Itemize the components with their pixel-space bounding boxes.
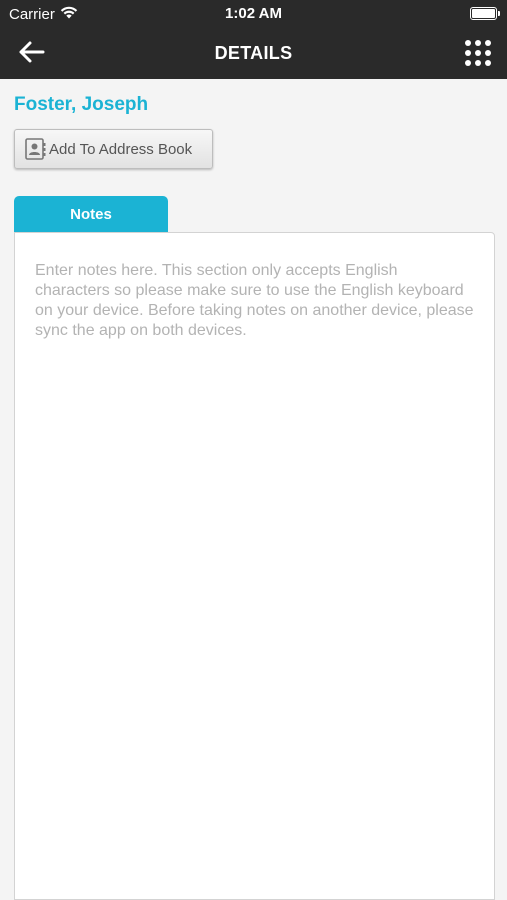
top-bar: Carrier 1:02 AM DETAILS	[0, 0, 507, 79]
app-grid-icon-dot	[484, 49, 491, 56]
app-grid-icon-dot	[474, 59, 481, 66]
notes-input[interactable]	[35, 261, 476, 889]
battery-icon	[470, 7, 500, 20]
contact-card-icon	[23, 137, 47, 161]
app-grid-icon-dot	[484, 59, 491, 66]
tab-notes[interactable]: Notes	[14, 196, 168, 232]
details-screen: Carrier 1:02 AM DETAILS Foster, Joseph A…	[0, 0, 507, 900]
app-grid-icon-dot	[474, 40, 481, 47]
app-grid-icon-dot	[474, 49, 481, 56]
app-grid-icon-dot	[465, 49, 472, 56]
status-time: 1:02 AM	[225, 5, 282, 22]
app-grid-icon-dot	[465, 40, 472, 47]
add-to-address-book-label: Add To Address Book	[49, 140, 193, 158]
app-grid-icon-dot	[465, 59, 472, 66]
app-grid-icon-dot	[484, 40, 491, 47]
app-grid-button[interactable]	[463, 38, 493, 68]
page-title: DETAILS	[214, 43, 293, 63]
notes-panel	[14, 232, 495, 900]
add-to-address-book-button[interactable]: Add To Address Book	[14, 129, 213, 169]
contact-name: Foster, Joseph	[14, 94, 149, 115]
